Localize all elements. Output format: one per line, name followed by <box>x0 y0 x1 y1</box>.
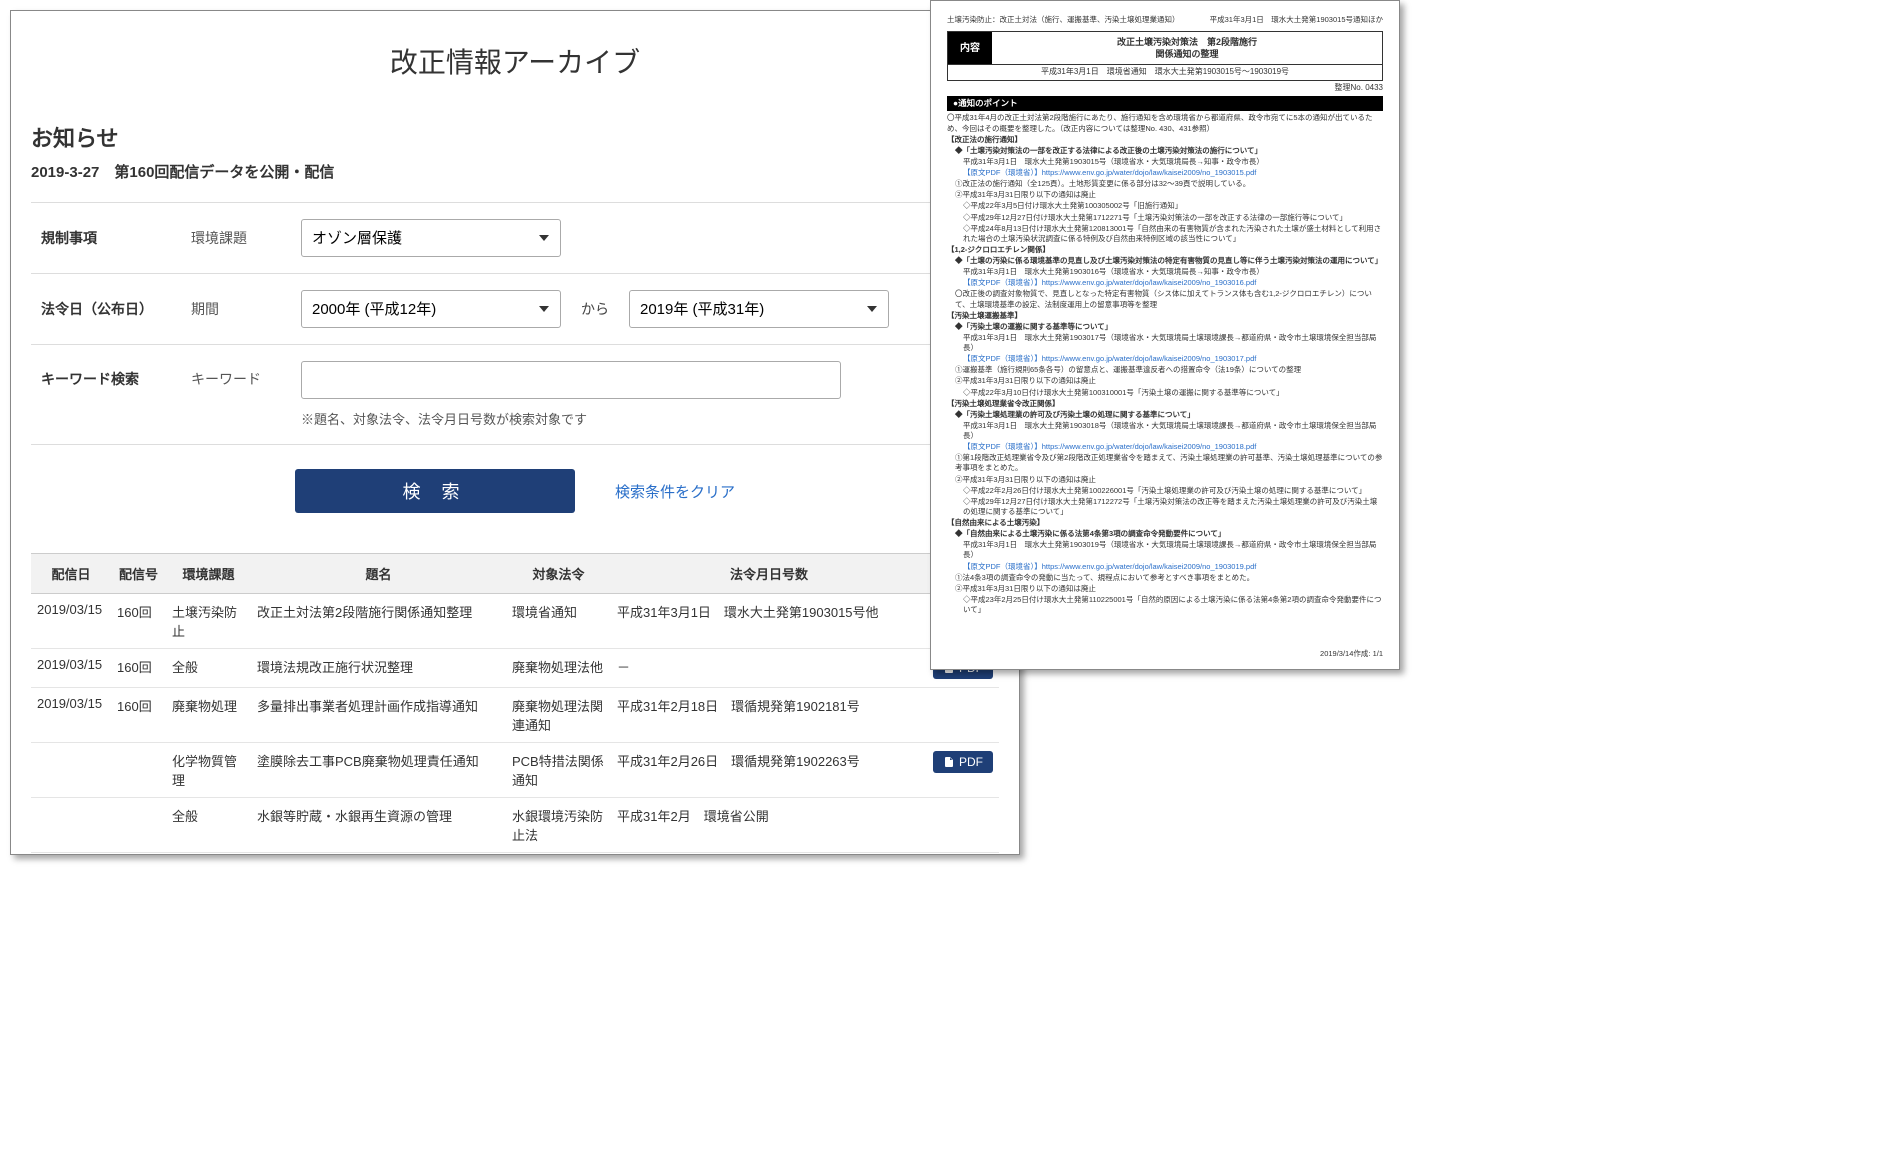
table-cell-pdf: PDF <box>927 743 999 798</box>
sublabel-env-issue: 環境課題 <box>191 228 281 248</box>
document-preview-panel: 土壌汚染防止：改正土対法（施行、運搬基準、汚染土壌処理業通知） 平成31年3月1… <box>930 0 1400 670</box>
table-row: オゾン層保護フロン排出抑制法遵守状況パトロールフロン排出抑制平成31年2月25日… <box>31 853 999 856</box>
table-cell: 平成31年2月25日 環境省発表 <box>611 853 927 856</box>
table-cell: 2019/03/15 <box>31 594 111 649</box>
table-cell: 廃棄物処理法関連通知 <box>506 688 611 743</box>
year-from-select[interactable]: 2000年 (平成12年) <box>301 290 561 328</box>
table-cell: 環境法規改正施行状況整理 <box>251 649 506 688</box>
between-label: から <box>581 299 609 319</box>
table-cell: 2019/03/15 <box>31 649 111 688</box>
table-row: 2019/03/15160回廃棄物処理多量排出事業者処理計画作成指導通知廃棄物処… <box>31 688 999 743</box>
col-title: 題名 <box>251 554 506 594</box>
table-row: 化学物質管理塗膜除去工事PCB廃棄物処理責任通知PCB特措法関係通知平成31年2… <box>31 743 999 798</box>
search-button[interactable]: 検 索 <box>295 469 575 513</box>
preview-box-subtitle: 平成31年3月1日 環境省通知 環水大土発第1903015号～1903019号 <box>948 64 1382 80</box>
col-cat: 環境課題 <box>166 554 251 594</box>
table-cell <box>111 853 166 856</box>
table-cell-pdf <box>927 798 999 853</box>
row-regulation: 規制事項 環境課題 オゾン層保護 <box>31 203 999 274</box>
year-to-select[interactable]: 2019年 (平成31年) <box>629 290 889 328</box>
table-cell: 160回 <box>111 649 166 688</box>
sublabel-period: 期間 <box>191 299 281 319</box>
table-cell: 化学物質管理 <box>166 743 251 798</box>
table-row: 2019/03/15160回土壌汚染防止改正土対法第2段階施行関係通知整理環境省… <box>31 594 999 649</box>
env-issue-select[interactable]: オゾン層保護 <box>301 219 561 257</box>
preview-title-box: 内容 改正土壌汚染対策法 第2段階施行 関係通知の整理 平成31年3月1日 環境… <box>947 31 1383 81</box>
table-cell <box>31 743 111 798</box>
table-cell-pdf <box>927 688 999 743</box>
preview-box-title: 改正土壌汚染対策法 第2段階施行 関係通知の整理 <box>992 32 1382 64</box>
table-cell: 廃棄物処理法他 <box>506 649 611 688</box>
label-regulation: 規制事項 <box>31 228 171 248</box>
table-cell: － <box>611 649 927 688</box>
notice-heading: お知らせ <box>31 121 999 153</box>
table-cell: 塗膜除去工事PCB廃棄物処理責任通知 <box>251 743 506 798</box>
sublabel-keyword: キーワード <box>191 361 281 389</box>
table-cell <box>111 743 166 798</box>
table-cell: 平成31年3月1日 環水大土発第1903015号他 <box>611 594 927 649</box>
keyword-hint: ※題名、対象法令、法令月日号数が検索対象です <box>301 409 999 428</box>
preview-top-right: 平成31年3月1日 環水大土発第1903015号通知ほか <box>1210 15 1383 25</box>
table-cell: 全般 <box>166 798 251 853</box>
preview-body: 〇平成31年4月の改正土対法第2段階施行にあたり、施行通知を含め環境省から都道府… <box>947 113 1383 615</box>
table-cell <box>31 853 111 856</box>
results-table: 配信日 配信号 環境課題 題名 対象法令 法令月日号数 2019/03/1516… <box>31 553 999 855</box>
table-cell: 土壌汚染防止 <box>166 594 251 649</box>
table-cell: オゾン層保護 <box>166 853 251 856</box>
table-cell: 2019/03/15 <box>31 688 111 743</box>
preview-box-left-label: 内容 <box>948 32 992 64</box>
page-title: 改正情報アーカイブ <box>31 41 999 81</box>
table-cell: 水銀環境汚染防止法 <box>506 798 611 853</box>
table-header-row: 配信日 配信号 環境課題 題名 対象法令 法令月日号数 <box>31 554 999 594</box>
table-cell: PCB特措法関係通知 <box>506 743 611 798</box>
table-cell: フロン排出抑制法遵守状況パトロール <box>251 853 506 856</box>
row-keyword: キーワード検索 キーワード ※題名、対象法令、法令月日号数が検索対象です <box>31 345 999 445</box>
preview-footer: 2019/3/14作成: 1/1 <box>1320 649 1383 659</box>
table-cell <box>111 798 166 853</box>
table-cell: 全般 <box>166 649 251 688</box>
notice-line: 2019-3-27 第160回配信データを公開・配信 <box>31 161 999 182</box>
table-cell-pdf <box>927 853 999 856</box>
preview-seiri-no: 整理No. 0433 <box>947 83 1383 94</box>
table-cell: フロン排出抑制 <box>506 853 611 856</box>
button-row: 検 索 検索条件をクリア <box>31 445 999 553</box>
table-cell: 環境省通知 <box>506 594 611 649</box>
col-date: 配信日 <box>31 554 111 594</box>
archive-search-panel: 改正情報アーカイブ お知らせ 2019-3-27 第160回配信データを公開・配… <box>10 10 1020 855</box>
table-cell <box>31 798 111 853</box>
table-cell: 平成31年2月18日 環循規発第1902181号 <box>611 688 927 743</box>
clear-button[interactable]: 検索条件をクリア <box>615 481 735 502</box>
file-icon <box>943 755 955 769</box>
pdf-button[interactable]: PDF <box>933 751 993 773</box>
col-issue: 配信号 <box>111 554 166 594</box>
col-num: 法令月日号数 <box>611 554 927 594</box>
label-keyword: キーワード検索 <box>31 361 171 389</box>
col-law: 対象法令 <box>506 554 611 594</box>
table-cell: 160回 <box>111 594 166 649</box>
table-cell: 平成31年2月 環境省公開 <box>611 798 927 853</box>
table-row: 全般水銀等貯蔵・水銀再生資源の管理水銀環境汚染防止法平成31年2月 環境省公開 <box>31 798 999 853</box>
table-cell: 水銀等貯蔵・水銀再生資源の管理 <box>251 798 506 853</box>
table-cell: 多量排出事業者処理計画作成指導通知 <box>251 688 506 743</box>
table-row: 2019/03/15160回全般環境法規改正施行状況整理廃棄物処理法他－PDF <box>31 649 999 688</box>
table-cell: 160回 <box>111 688 166 743</box>
table-cell: 改正土対法第2段階施行関係通知整理 <box>251 594 506 649</box>
preview-section-point: ●通知のポイント <box>947 96 1383 111</box>
row-law-date: 法令日（公布日） 期間 2000年 (平成12年) から 2019年 (平成31… <box>31 274 999 345</box>
table-cell: 廃棄物処理 <box>166 688 251 743</box>
label-law-date: 法令日（公布日） <box>31 299 171 319</box>
search-form: 規制事項 環境課題 オゾン層保護 法令日（公布日） 期間 2000年 <box>31 202 999 553</box>
table-cell: 平成31年2月26日 環循規発第1902263号 <box>611 743 927 798</box>
preview-top-left: 土壌汚染防止：改正土対法（施行、運搬基準、汚染土壌処理業通知） <box>947 15 1180 25</box>
keyword-input[interactable] <box>301 361 841 399</box>
